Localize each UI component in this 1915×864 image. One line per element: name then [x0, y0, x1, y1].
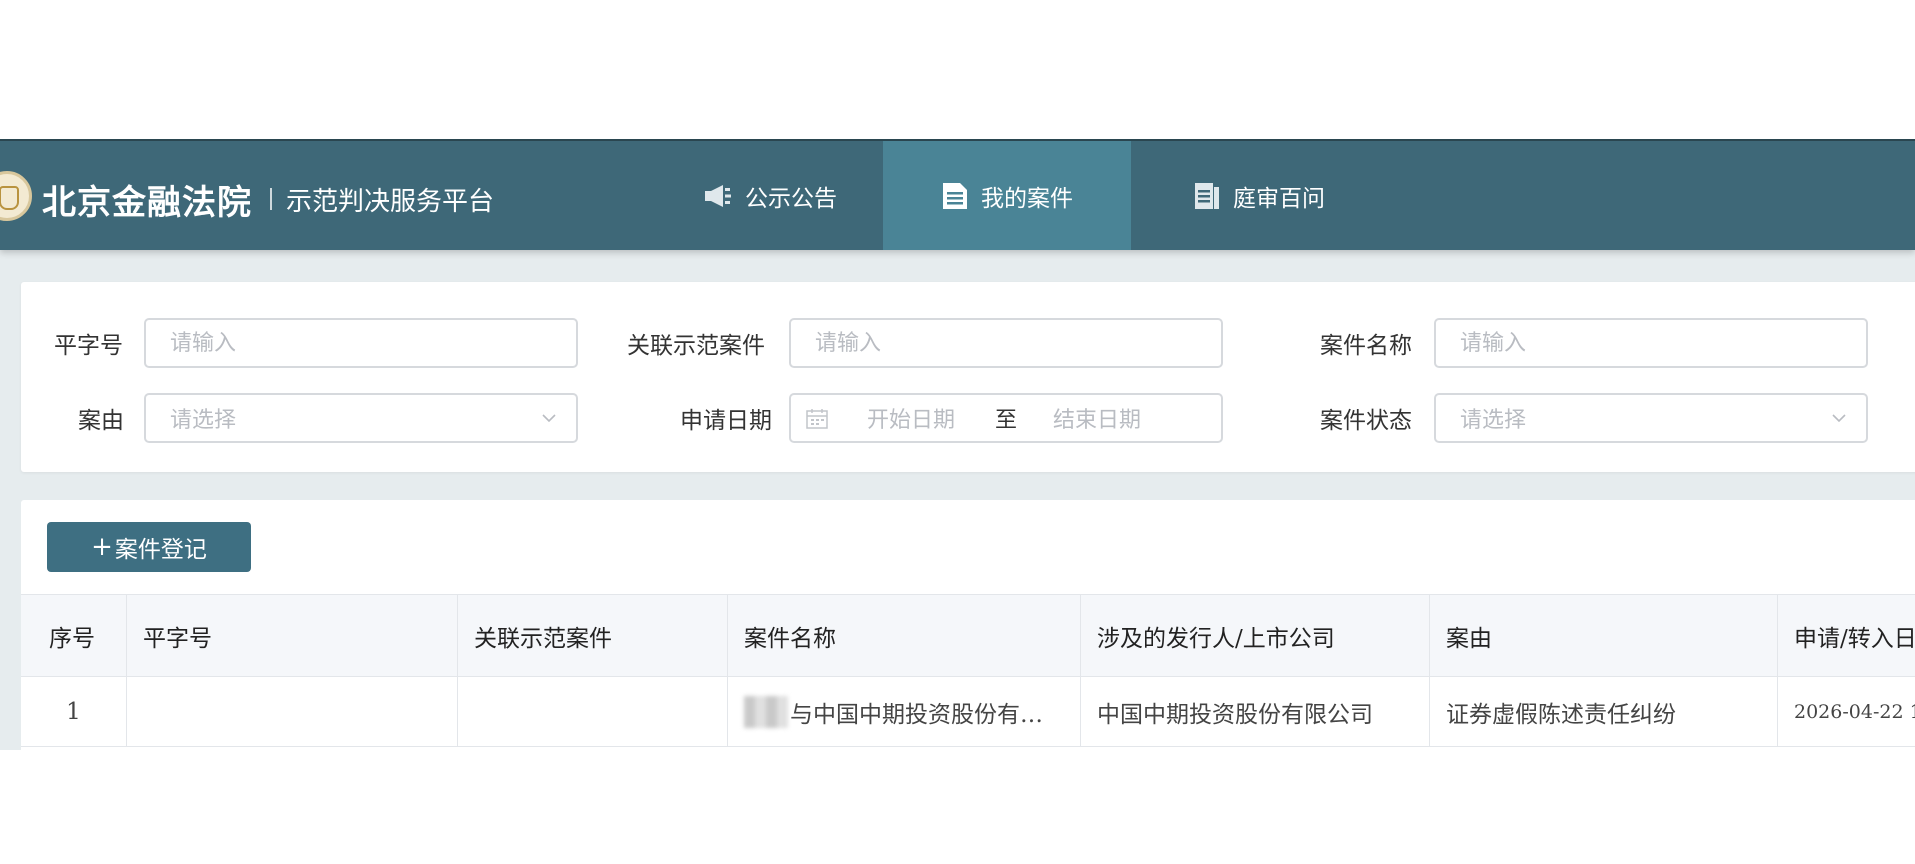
- row-apply-date: 2026-04-22 14: [1794, 700, 1915, 723]
- filter-panel: 平字号 关联示范案件 案件名称 案由 请选择 申请日期: [21, 282, 1915, 472]
- row-case-no: [127, 677, 458, 746]
- notes-icon: [1195, 182, 1219, 209]
- end-date-placeholder[interactable]: 结束日期: [1053, 402, 1141, 434]
- status-label: 案件状态: [1320, 408, 1412, 434]
- nav-label: 庭审百问: [1233, 185, 1325, 212]
- add-case-button[interactable]: + 案件登记: [47, 522, 251, 572]
- brand-divider: [270, 188, 272, 210]
- start-date-placeholder[interactable]: 开始日期: [867, 402, 955, 434]
- column-header[interactable]: 序号: [21, 595, 127, 676]
- nav-item-my-cases[interactable]: 我的案件: [883, 141, 1131, 250]
- column-header[interactable]: 关联示范案件: [458, 595, 728, 676]
- chevron-down-icon: [542, 414, 556, 423]
- app-root: 北京金融法院 示范判决服务平台 公示公告 我的案件 庭审百问 平字号 请输入 关…: [0, 139, 1915, 750]
- status-placeholder: 请选择: [1460, 408, 1527, 433]
- related-case-input[interactable]: [789, 318, 1223, 368]
- case-table-panel: + 案件登记 序号 平字号 关联示范案件 案件名称 涉及的发行人/上市公司 案由…: [21, 500, 1915, 750]
- add-case-label: 案件登记: [114, 537, 207, 563]
- nav-label: 我的案件: [981, 185, 1073, 212]
- brand-name: 北京金融法院: [42, 183, 252, 223]
- table-header: 序号 平字号 关联示范案件 案件名称 涉及的发行人/上市公司 案由 申请/转入日: [21, 594, 1915, 677]
- top-header: 北京金融法院 示范判决服务平台 公示公告 我的案件 庭审百问: [0, 139, 1915, 250]
- column-header[interactable]: 案件名称: [728, 595, 1081, 676]
- calendar-icon: [806, 409, 828, 429]
- row-case-name-cell[interactable]: 与中国中期投资股份有…: [728, 677, 1081, 746]
- row-related-case: [458, 677, 728, 746]
- case-no-label: 平字号: [54, 333, 123, 359]
- row-cause: 证券虚假陈述责任纠纷: [1430, 677, 1778, 746]
- cause-placeholder: 请选择: [170, 408, 237, 433]
- related-case-label: 关联示范案件: [627, 333, 765, 359]
- apply-date-range-picker[interactable]: 开始日期 至 结束日期: [789, 393, 1223, 443]
- row-index: 1: [21, 677, 127, 746]
- row-issuer: 中国中期投资股份有限公司: [1081, 677, 1430, 746]
- court-emblem-icon: [0, 171, 32, 221]
- row-case-name: 与中国中期投资股份有…: [790, 701, 1043, 728]
- nav-item-trial-faq[interactable]: 庭审百问: [1135, 141, 1383, 250]
- plus-icon: +: [91, 532, 113, 562]
- brand-subtitle: 示范判决服务平台: [286, 187, 495, 217]
- column-header[interactable]: 平字号: [127, 595, 458, 676]
- column-header[interactable]: 申请/转入日: [1778, 595, 1915, 676]
- column-header[interactable]: 案由: [1430, 595, 1778, 676]
- table-row[interactable]: 1 与中国中期投资股份有… 中国中期投资股份有限公司 证券虚假陈述责任纠纷 20…: [21, 677, 1915, 747]
- cause-select[interactable]: 请选择: [144, 393, 578, 443]
- document-icon: [943, 182, 967, 209]
- megaphone-icon: [705, 184, 731, 207]
- nav-label: 公示公告: [745, 185, 837, 212]
- nav-item-announcements[interactable]: 公示公告: [660, 141, 880, 250]
- case-name-input[interactable]: [1434, 318, 1868, 368]
- cause-label: 案由: [78, 408, 124, 434]
- redacted-party-name: [744, 695, 788, 728]
- case-name-label: 案件名称: [1320, 333, 1412, 359]
- case-no-input[interactable]: [144, 318, 578, 368]
- column-header[interactable]: 涉及的发行人/上市公司: [1081, 595, 1430, 676]
- date-range-separator: 至: [995, 408, 1018, 433]
- status-select[interactable]: 请选择: [1434, 393, 1868, 443]
- apply-date-label: 申请日期: [680, 408, 772, 434]
- chevron-down-icon: [1832, 414, 1846, 423]
